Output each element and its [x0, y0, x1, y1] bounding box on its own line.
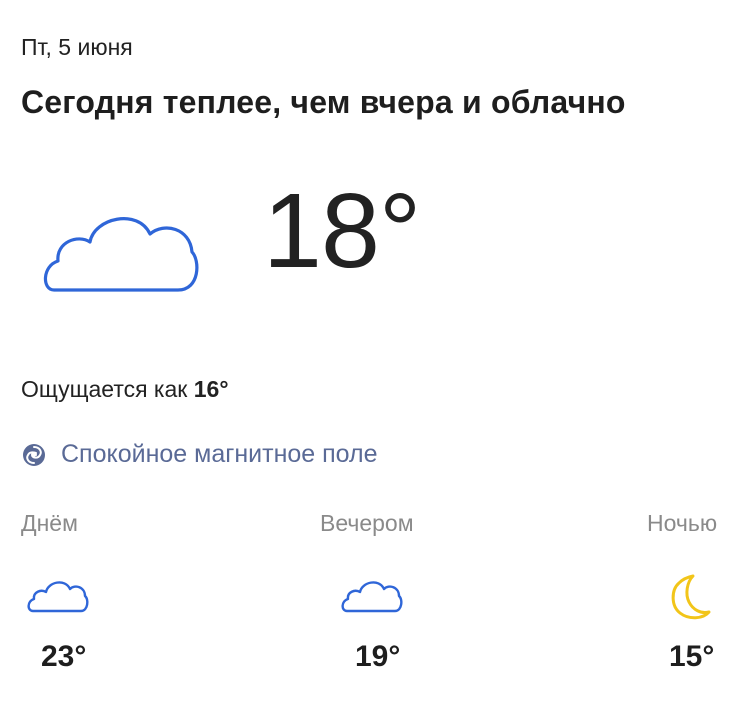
day-part-temperature: 15° — [669, 640, 715, 673]
day-part-label: Ночью — [647, 510, 718, 536]
day-part-evening: Вечером 19° — [320, 510, 460, 673]
day-part-label: Вечером — [320, 510, 414, 536]
moon-icon — [671, 574, 711, 620]
cloud-icon — [341, 581, 403, 613]
feels-like-label: Ощущается как — [21, 376, 188, 402]
date-label: Пт, 5 июня — [21, 34, 133, 60]
cloud-icon — [43, 217, 199, 292]
day-part-temperature: 23° — [41, 640, 87, 673]
weather-summary: Сегодня теплее, чем вчера и облачно — [21, 84, 626, 120]
magnetic-field-icon — [23, 443, 45, 466]
day-part-temperature: 19° — [355, 640, 401, 673]
feels-like-value: 16° — [193, 376, 229, 402]
day-part-day: Днём 23° — [21, 510, 161, 673]
magnetic-field-text: Спокойное магнитное поле — [61, 440, 378, 468]
day-part-label: Днём — [21, 510, 78, 536]
cloud-icon — [27, 581, 89, 613]
day-part-night: Ночью 15° — [647, 510, 747, 673]
magnetic-field-status[interactable]: Спокойное магнитное поле — [21, 440, 378, 469]
feels-like: Ощущается как 16° — [21, 376, 229, 403]
current-temperature: 18° — [263, 172, 421, 290]
